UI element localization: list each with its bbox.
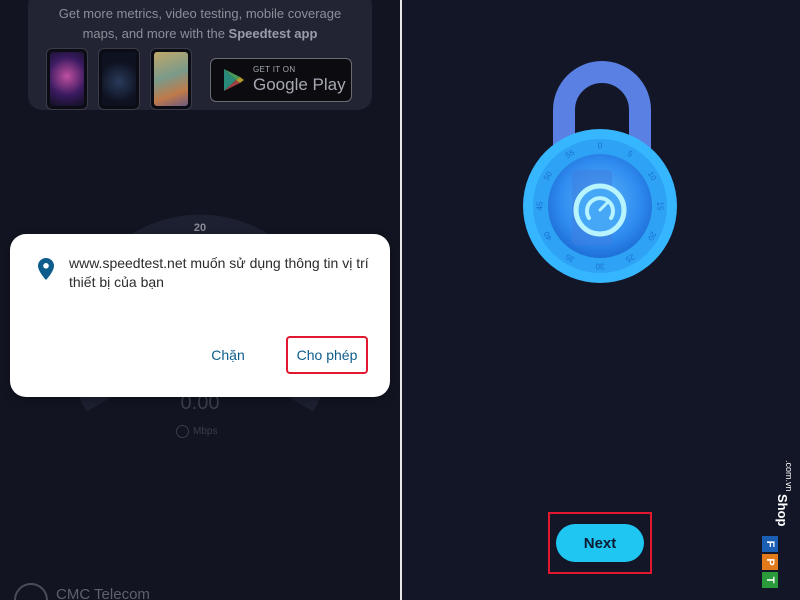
padlock-illustration: 0510152025303540455055	[523, 61, 677, 283]
fpt-shop-logo: .com.vn Shop F P T	[758, 460, 796, 590]
speed-unit: Mbps	[176, 425, 217, 438]
block-button[interactable]: Chặn	[193, 340, 263, 370]
fpt-letter-t: T	[764, 577, 776, 584]
fpt-letter-f: F	[764, 541, 776, 548]
fpt-letter-p: P	[764, 558, 776, 565]
next-button[interactable]: Next	[556, 524, 644, 562]
gauge-tick-label: 20	[193, 222, 207, 234]
download-icon	[176, 425, 189, 438]
isp-name: CMC Telecom	[56, 586, 150, 600]
allow-button[interactable]: Cho phép	[286, 336, 368, 374]
dial-number: 15	[656, 202, 665, 211]
fpt-shop-text: Shop	[775, 494, 790, 527]
next-button-highlight: Next	[548, 512, 652, 574]
dial-number: 0	[598, 142, 603, 151]
fpt-shop-logo-mark: .com.vn Shop F P T	[762, 460, 794, 588]
dial-number: 30	[595, 262, 604, 271]
permission-message: www.speedtest.net muốn sử dụng thông tin…	[69, 255, 369, 290]
right-screenshot: 0 5 10 15 20 25 30 35 40 45 50 55 Next .com.vn Shop…	[402, 0, 800, 600]
location-pin-icon	[38, 258, 54, 280]
location-permission-dialog: www.speedtest.net muốn sử dụng thông tin…	[10, 234, 390, 397]
dial-number: 45	[536, 201, 545, 210]
fpt-domain-text: .com.vn	[784, 460, 794, 492]
left-screenshot: Get more metrics, video testing, mobile …	[0, 0, 400, 600]
